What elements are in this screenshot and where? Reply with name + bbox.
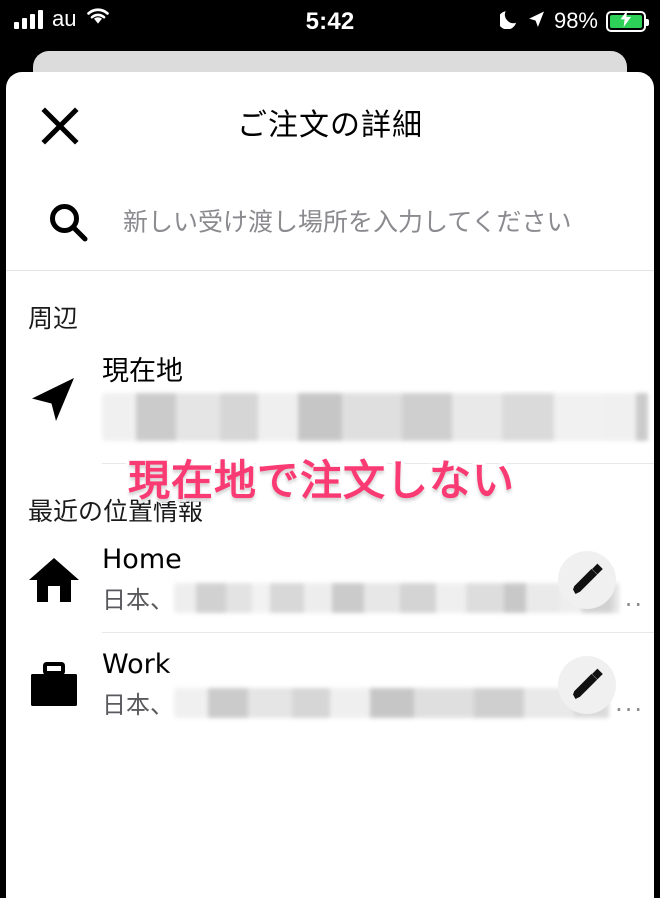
work-address-prefix: 日本、: [102, 691, 174, 720]
work-address-redacted: [174, 687, 610, 718]
home-address-redacted: [174, 582, 619, 613]
pencil-icon: [573, 668, 603, 699]
search-icon: [42, 196, 94, 248]
location-arrow-icon: [527, 9, 546, 34]
current-location-title: 現在地: [102, 356, 183, 388]
battery-percent-label: 98%: [553, 8, 598, 33]
current-location-address-redacted: [102, 392, 654, 441]
page-title: ご注文の詳細: [237, 108, 423, 143]
work-address-ellipsis: ...: [615, 688, 644, 717]
briefcase-icon: [6, 662, 102, 708]
phone-screen: au 5:42 98% ご注文の詳細 新しい受け渡し場所を入力してください 周辺…: [0, 0, 660, 898]
list-item-home[interactable]: Home 日本、 ..: [6, 528, 654, 632]
edit-home-button[interactable]: [558, 551, 616, 609]
order-details-sheet: ご注文の詳細 周辺 現在地: [6, 72, 654, 898]
status-bar: au 5:42 98%: [0, 0, 660, 51]
search-input[interactable]: [123, 207, 634, 236]
navigation-arrow-icon: [6, 372, 102, 426]
list-item-current-location[interactable]: 現在地: [6, 335, 654, 463]
home-address-ellipsis: ..: [624, 583, 644, 612]
home-icon: [6, 556, 102, 604]
current-location-body: 現在地: [102, 357, 654, 441]
moon-icon: [497, 8, 519, 34]
sheet-header: ご注文の詳細: [6, 72, 654, 173]
list-item-work[interactable]: Work 日本、 ...: [6, 633, 654, 737]
search-row[interactable]: [6, 173, 654, 270]
edit-work-button[interactable]: [558, 656, 616, 714]
status-bar-right: 98%: [497, 8, 649, 34]
pencil-icon: [573, 563, 603, 594]
battery-charging-icon: [606, 10, 649, 32]
section-label-recent: 最近の位置情報: [28, 497, 204, 526]
home-address-prefix: 日本、: [102, 586, 174, 615]
section-label-nearby: 周辺: [28, 304, 79, 333]
